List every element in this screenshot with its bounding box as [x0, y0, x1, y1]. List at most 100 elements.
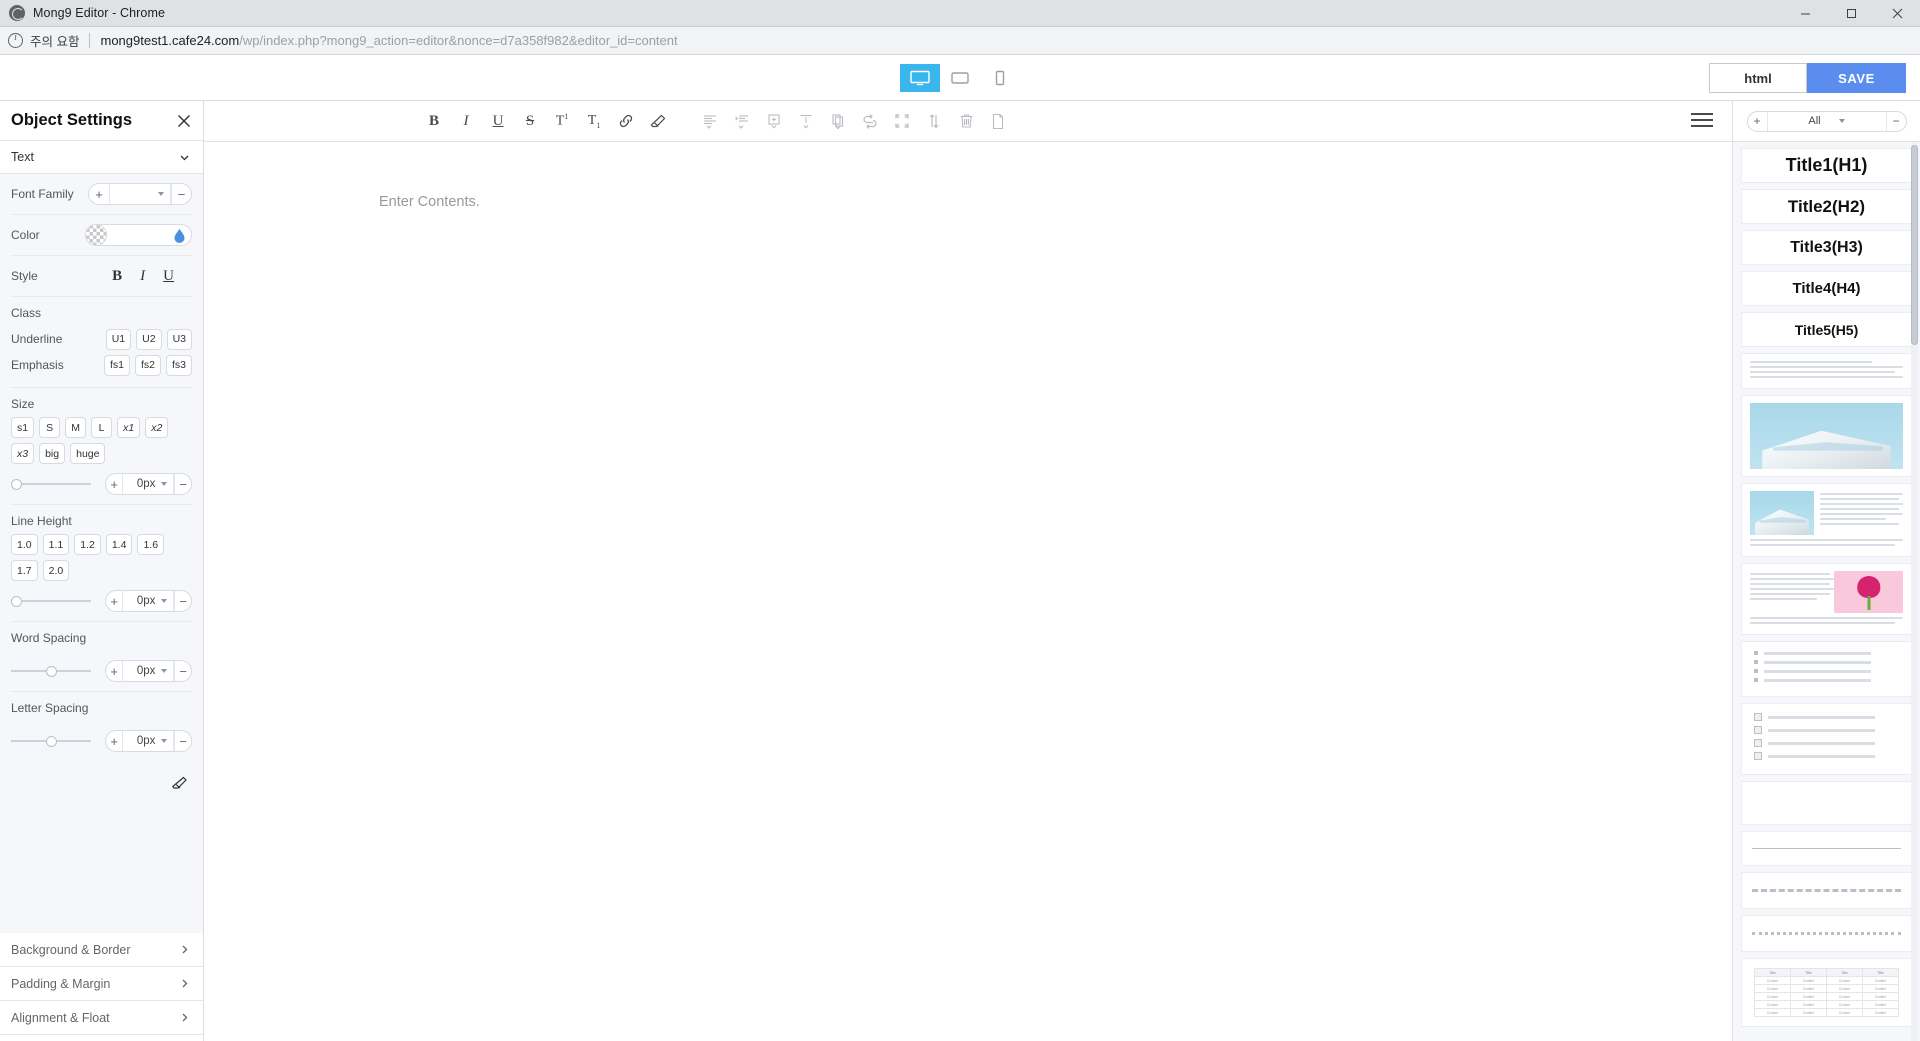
italic-icon[interactable]: I: [455, 108, 477, 134]
font-family-minus[interactable]: −: [171, 184, 191, 204]
clear-format-eraser-icon[interactable]: [647, 108, 669, 134]
line-height-chip-1-6[interactable]: 1.6: [137, 534, 165, 555]
bold-icon[interactable]: B: [112, 268, 122, 285]
strikethrough-icon[interactable]: S: [519, 108, 541, 134]
info-circle-icon[interactable]: [8, 32, 23, 48]
eyedropper-icon[interactable]: [173, 228, 186, 243]
line-height-chip-2-0[interactable]: 2.0: [42, 560, 70, 581]
letter-spacing-slider-knob[interactable]: [46, 736, 57, 747]
filter-value-field[interactable]: All: [1766, 111, 1887, 131]
filter-minus[interactable]: −: [1887, 112, 1906, 131]
filter-plus[interactable]: +: [1748, 112, 1767, 131]
word-spacing-stepper[interactable]: + 0px −: [105, 660, 192, 682]
template-filter-select[interactable]: + All −: [1746, 110, 1907, 132]
line-height-chip-1-4[interactable]: 1.4: [105, 534, 133, 555]
line-height-chip-1-7[interactable]: 1.7: [11, 560, 38, 581]
minimize-icon[interactable]: [1782, 0, 1828, 27]
template-title1[interactable]: Title1(H1): [1741, 148, 1912, 183]
copy-icon[interactable]: [827, 108, 849, 134]
template-full-image[interactable]: [1741, 395, 1912, 477]
size-chip-s[interactable]: S: [39, 417, 61, 438]
size-chip-x2[interactable]: x2: [145, 417, 169, 438]
line-height-chip-1-2[interactable]: 1.2: [74, 534, 101, 555]
emphasis-chip-fs3[interactable]: fs3: [165, 354, 192, 376]
insert-box-icon[interactable]: [763, 108, 785, 134]
letter-spacing-plus[interactable]: +: [106, 731, 122, 751]
line-height-stepper[interactable]: + 0px −: [105, 590, 192, 612]
accordion-style[interactable]: Style: [0, 1035, 203, 1041]
accordion-padding-margin[interactable]: Padding & Margin: [0, 967, 203, 1001]
template-scrollbar-thumb[interactable]: [1911, 145, 1918, 345]
letter-spacing-minus[interactable]: −: [174, 731, 191, 751]
close-icon[interactable]: [177, 114, 191, 128]
size-stepper[interactable]: + 0px −: [105, 473, 192, 495]
word-spacing-slider[interactable]: [11, 664, 91, 678]
size-value-field[interactable]: 0px: [122, 474, 175, 494]
size-chip-m[interactable]: M: [65, 417, 87, 438]
underline-chip-u1[interactable]: U1: [105, 328, 132, 350]
letter-spacing-value-field[interactable]: 0px: [122, 731, 175, 751]
word-spacing-minus[interactable]: −: [174, 661, 191, 681]
template-paragraph[interactable]: [1741, 353, 1912, 389]
underline-icon[interactable]: U: [163, 268, 174, 285]
line-height-chip-1-1[interactable]: 1.1: [42, 534, 70, 555]
template-unordered-list[interactable]: [1741, 641, 1912, 697]
letter-spacing-stepper[interactable]: + 0px −: [105, 730, 192, 752]
emphasis-chip-fs2[interactable]: fs2: [134, 354, 161, 376]
line-height-slider-knob[interactable]: [11, 596, 22, 607]
template-table[interactable]: Title Title Title Title Content Content Conte…: [1741, 958, 1912, 1027]
line-height-chip-1-0[interactable]: 1.0: [11, 534, 38, 555]
font-family-plus[interactable]: +: [89, 184, 109, 204]
underline-chip-u2[interactable]: U2: [136, 328, 162, 350]
size-slider-knob[interactable]: [11, 479, 22, 490]
size-slider[interactable]: [11, 477, 91, 491]
size-chip-x1[interactable]: x1: [117, 417, 141, 438]
underline-chip-u3[interactable]: U3: [166, 328, 192, 350]
accordion-alignment-float[interactable]: Alignment & Float: [0, 1001, 203, 1035]
bold-icon[interactable]: B: [423, 108, 445, 134]
subscript-icon[interactable]: T1: [583, 108, 605, 134]
template-title4[interactable]: Title4(H4): [1741, 271, 1912, 306]
color-swatch[interactable]: [86, 225, 107, 245]
size-chip-x3[interactable]: x3: [11, 443, 35, 464]
template-list[interactable]: Title1(H1) Title2(H2) Title3(H3) Title4(…: [1733, 142, 1920, 1041]
expand-icon[interactable]: [891, 108, 913, 134]
eraser-icon[interactable]: [171, 775, 188, 797]
size-chip-huge[interactable]: huge: [70, 443, 106, 464]
size-chip-big[interactable]: big: [39, 443, 66, 464]
swap-icon[interactable]: [859, 108, 881, 134]
close-icon[interactable]: [1874, 0, 1920, 27]
template-solid-divider[interactable]: [1741, 831, 1912, 866]
template-title3[interactable]: Title3(H3): [1741, 230, 1912, 265]
indent-icon[interactable]: [731, 108, 753, 134]
line-height-plus[interactable]: +: [106, 591, 122, 611]
template-dotted-divider[interactable]: [1741, 915, 1912, 952]
move-vertical-icon[interactable]: [923, 108, 945, 134]
emphasis-chip-fs1[interactable]: fs1: [103, 354, 130, 376]
size-minus[interactable]: −: [174, 474, 191, 494]
align-left-icon[interactable]: [699, 108, 721, 134]
line-height-value-field[interactable]: 0px: [122, 591, 175, 611]
content-canvas[interactable]: Enter Contents.: [204, 142, 1732, 1041]
device-mobile-button[interactable]: [980, 63, 1020, 92]
template-text-image-right[interactable]: [1741, 563, 1912, 635]
letter-spacing-slider[interactable]: [11, 734, 91, 748]
hamburger-icon[interactable]: [1691, 113, 1713, 127]
font-family-select[interactable]: [109, 184, 171, 204]
accordion-background-border[interactable]: Background & Border: [0, 933, 203, 967]
device-tablet-button[interactable]: [940, 63, 980, 92]
insert-below-icon[interactable]: [795, 108, 817, 134]
color-field[interactable]: [85, 224, 192, 246]
html-button[interactable]: html: [1709, 63, 1807, 93]
size-chip-l[interactable]: L: [91, 417, 113, 438]
word-spacing-plus[interactable]: +: [106, 661, 122, 681]
page-icon[interactable]: [987, 108, 1009, 134]
line-height-minus[interactable]: −: [174, 591, 191, 611]
section-text-header[interactable]: Text: [0, 141, 203, 174]
maximize-icon[interactable]: [1828, 0, 1874, 27]
device-desktop-button[interactable]: [900, 63, 940, 92]
italic-icon[interactable]: I: [140, 268, 145, 285]
save-button[interactable]: SAVE: [1807, 63, 1906, 93]
template-title5[interactable]: Title5(H5): [1741, 312, 1912, 347]
underline-icon[interactable]: U: [487, 108, 509, 134]
